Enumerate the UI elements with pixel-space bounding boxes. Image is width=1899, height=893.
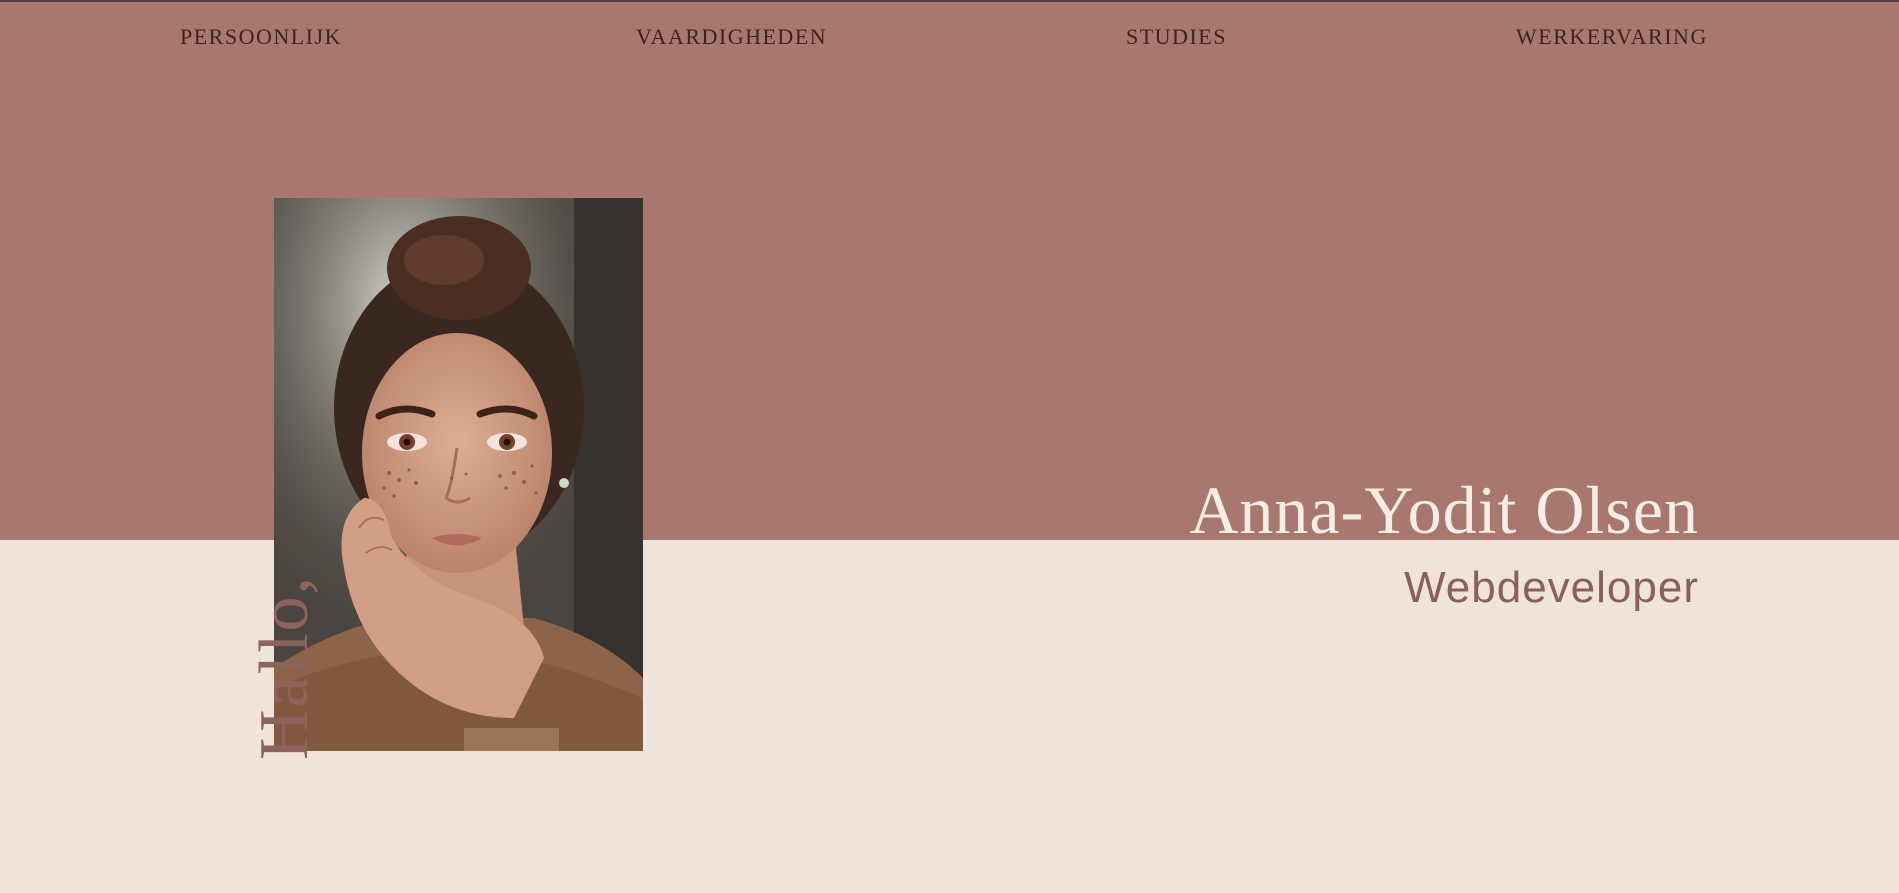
greeting-text: Hallo, (246, 574, 323, 760)
person-role: Webdeveloper (1404, 563, 1699, 612)
nav-item-werkervaring[interactable]: WERKERVARING (1516, 24, 1708, 50)
nav-item-studies[interactable]: STUDIES (1126, 24, 1227, 50)
nav-item-persoonlijk[interactable]: PERSOONLIJK (180, 24, 342, 50)
person-name: Anna-Yodit Olsen (1189, 472, 1699, 548)
main-nav: PERSOONLIJK VAARDIGHEDEN STUDIES WERKERV… (0, 24, 1899, 54)
portrait-photo (274, 198, 643, 751)
portrait-illustration (274, 198, 643, 751)
nav-item-vaardigheden[interactable]: VAARDIGHEDEN (636, 24, 827, 50)
